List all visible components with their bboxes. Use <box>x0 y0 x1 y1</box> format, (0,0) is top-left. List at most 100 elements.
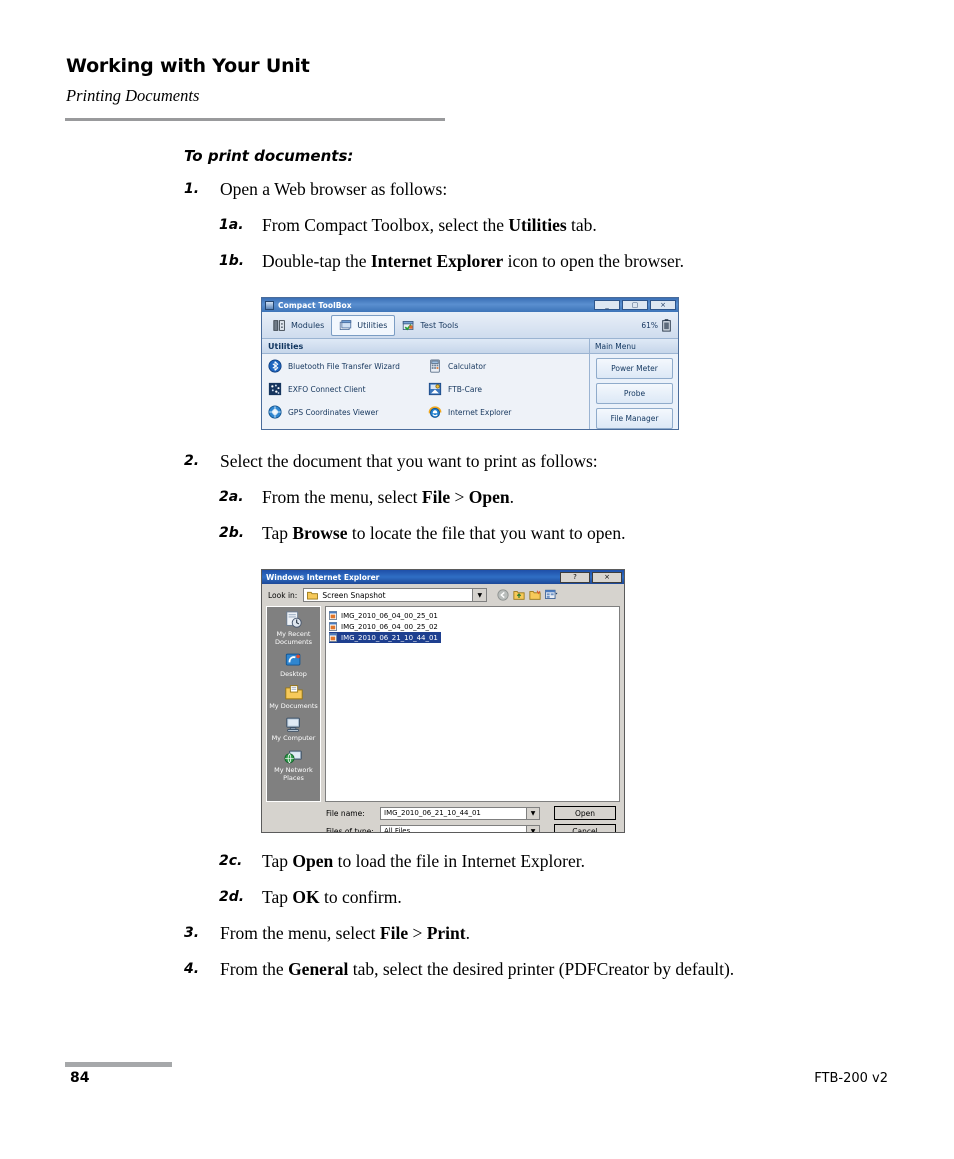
tab-test-tools[interactable]: Test Tools <box>395 315 465 336</box>
file-name-value: IMG_2010_06_21_10_44_01 <box>384 809 481 817</box>
close-button[interactable]: × <box>592 571 622 583</box>
header-divider <box>65 118 445 121</box>
step-number: 2. <box>184 453 200 469</box>
help-button[interactable]: ? <box>560 571 590 583</box>
procedure-step-2c: 2c. Tap Open to load the file in Internet… <box>219 850 829 873</box>
file-list[interactable]: IMG_2010_06_04_00_25_01 IMG_2010_06_04_0… <box>325 606 620 802</box>
dialog-title-bar: Windows Internet Explorer ? × <box>262 570 624 584</box>
step-number: 2d. <box>219 889 245 905</box>
procedure-step-3: 3. From the menu, select File > Print. <box>184 922 824 945</box>
place-my-network-places[interactable]: My Network Places <box>267 748 320 782</box>
step-text: From Compact Toolbox, select the Utiliti… <box>262 215 597 235</box>
toolbox-body: Utilities Bluetooth File Transfer Wizard <box>262 339 678 429</box>
place-my-recent-documents[interactable]: My Recent Documents <box>267 611 320 646</box>
utility-label: FTB-Care <box>448 384 482 394</box>
place-my-documents[interactable]: My Documents <box>267 684 320 710</box>
minimize-button[interactable]: _ <box>594 300 620 310</box>
file-list-item[interactable]: IMG_2010_06_04_00_25_01 <box>329 610 441 621</box>
test-tools-icon <box>403 320 414 330</box>
place-label: Desktop <box>280 670 307 678</box>
look-in-combobox[interactable]: Screen Snapshot ▼ <box>303 588 488 602</box>
step-text: Open a Web browser as follows: <box>220 179 448 199</box>
new-folder-icon[interactable] <box>529 589 541 601</box>
main-menu-button-power-meter[interactable]: Power Meter <box>596 358 673 379</box>
procedure-step-2d: 2d. Tap OK to confirm. <box>219 886 829 909</box>
procedure-step-1b: 1b. Double-tap the Internet Explorer icon… <box>219 250 829 273</box>
tab-modules[interactable]: Modules <box>266 315 331 336</box>
cancel-button[interactable]: Cancel <box>554 824 616 832</box>
step-number: 2b. <box>219 525 245 541</box>
toolbox-title-text: Compact ToolBox <box>278 300 352 310</box>
utility-item-bluetooth-file-transfer-wizard[interactable]: Bluetooth File Transfer Wizard <box>268 359 428 373</box>
utility-label: Bluetooth File Transfer Wizard <box>288 361 400 371</box>
procedure-step-4: 4. From the General tab, select the desir… <box>184 958 824 981</box>
tab-utilities-label: Utilities <box>357 320 388 330</box>
place-label: My Network Places <box>274 766 313 782</box>
procedure-step-1: 1. Open a Web browser as follows: <box>184 178 824 201</box>
utility-item-gps-coordinates-viewer[interactable]: GPS Coordinates Viewer <box>268 405 428 419</box>
procedure-lead-in: To print documents: <box>184 147 354 165</box>
up-folder-icon[interactable] <box>513 589 525 601</box>
utility-item-ftb-care[interactable]: FTB-Care <box>428 382 589 396</box>
back-icon[interactable] <box>497 589 509 601</box>
step-text: From the General tab, select the desired… <box>220 959 735 979</box>
views-icon[interactable] <box>545 589 558 601</box>
utility-item-internet-explorer[interactable]: Internet Explorer <box>428 405 589 419</box>
close-button[interactable]: × <box>650 300 676 310</box>
place-label: My Recent Documents <box>274 630 313 646</box>
files-of-type-row: Files of type: All Files ▼ Cancel <box>326 824 618 833</box>
restore-button[interactable]: ▢ <box>622 300 648 310</box>
place-my-computer[interactable]: My Computer <box>267 716 320 742</box>
folder-icon <box>307 591 319 600</box>
open-button[interactable]: Open <box>554 806 616 820</box>
battery-percent-label: 61% <box>641 320 658 330</box>
dialog-body: My Recent Documents Desktop My Documents… <box>262 606 624 802</box>
ftb-care-icon <box>428 382 442 396</box>
step-text: Tap Open to load the file in Internet Ex… <box>262 851 585 871</box>
places-bar: My Recent Documents Desktop My Documents… <box>266 606 321 802</box>
step-text: From the menu, select File > Print. <box>220 923 470 943</box>
utility-item-calculator[interactable]: Calculator <box>428 359 589 373</box>
file-name-row: File name: IMG_2010_06_21_10_44_01 ▼ Ope… <box>326 806 618 820</box>
dialog-title-text: Windows Internet Explorer <box>266 572 380 582</box>
place-label: My Computer <box>271 734 316 742</box>
toolbox-window-buttons: _ ▢ × <box>594 300 678 310</box>
files-of-type-select[interactable]: All Files ▼ <box>380 824 540 833</box>
chevron-down-icon[interactable]: ▼ <box>526 825 539 832</box>
file-name-label: File name: <box>326 808 365 818</box>
step-number: 1a. <box>219 217 244 233</box>
files-of-type-label: Files of type: <box>326 826 374 833</box>
my-computer-icon <box>285 717 300 732</box>
page-title: Working with Your Unit <box>66 55 310 77</box>
procedure-step-1a: 1a. From Compact Toolbox, select the Util… <box>219 214 829 237</box>
procedure-step-2: 2. Select the document that you want to p… <box>184 450 824 473</box>
step-number: 3. <box>184 925 200 941</box>
main-menu-button-probe[interactable]: Probe <box>596 383 673 404</box>
dialog-toolbar <box>497 589 558 601</box>
chevron-down-icon[interactable]: ▼ <box>526 807 539 819</box>
look-in-row: Look in: Screen Snapshot ▼ <box>262 584 624 606</box>
step-number: 2c. <box>219 853 243 869</box>
utilities-icon <box>340 319 352 330</box>
exfo-connect-icon <box>268 382 282 396</box>
utility-label: GPS Coordinates Viewer <box>288 407 379 417</box>
toolbox-tab-bar: Modules Utilities Test Tools 61% <box>262 312 678 339</box>
file-name-input[interactable]: IMG_2010_06_21_10_44_01 ▼ <box>380 806 540 820</box>
files-of-type-value: All Files <box>384 827 411 833</box>
desktop-icon <box>285 653 300 666</box>
tab-utilities[interactable]: Utilities <box>331 314 396 336</box>
procedure-step-2a: 2a. From the menu, select File > Open. <box>219 486 829 509</box>
chevron-down-icon[interactable]: ▼ <box>472 589 487 601</box>
file-list-item-selected[interactable]: IMG_2010_06_21_10_44_01 <box>329 632 441 643</box>
place-desktop[interactable]: Desktop <box>267 652 320 678</box>
step-text: Select the document that you want to pri… <box>220 451 598 471</box>
battery-icon <box>662 318 671 332</box>
tab-modules-label: Modules <box>291 320 325 330</box>
utility-item-exfo-connect-client[interactable]: EXFO Connect Client <box>268 382 428 396</box>
calculator-icon <box>430 359 440 373</box>
image-file-icon <box>329 633 337 642</box>
utilities-item-grid: Bluetooth File Transfer Wizard Calculato… <box>262 354 589 419</box>
toolbox-app-icon <box>265 300 274 310</box>
main-menu-button-file-manager[interactable]: File Manager <box>596 408 673 429</box>
file-list-item[interactable]: IMG_2010_06_04_00_25_02 <box>329 621 441 632</box>
